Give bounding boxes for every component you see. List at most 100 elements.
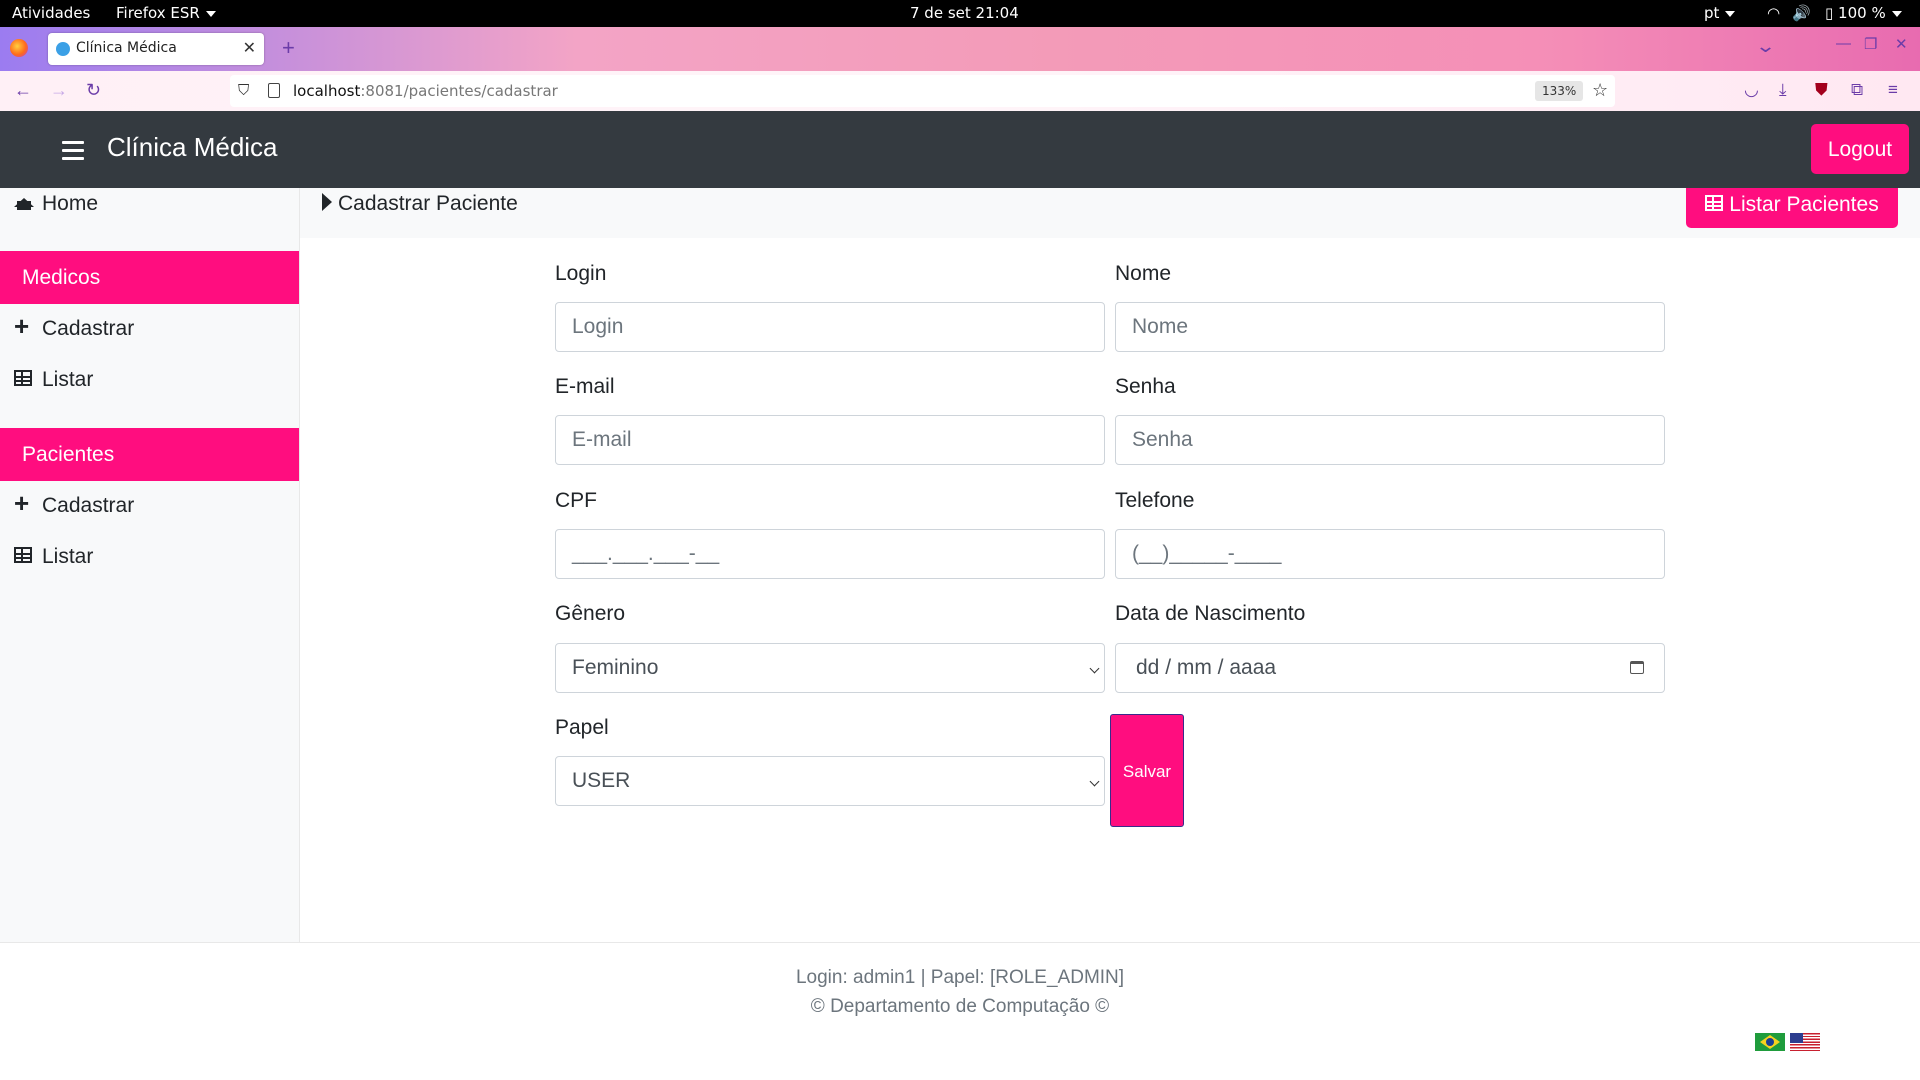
sidebar-item-label: Cadastrar	[42, 494, 135, 517]
zoom-level[interactable]: 133%	[1535, 81, 1584, 101]
papel-select[interactable]: USER	[555, 756, 1105, 806]
firefox-view-icon[interactable]	[10, 39, 28, 57]
plus-icon: +	[14, 488, 30, 518]
page-info-icon[interactable]	[268, 83, 280, 98]
papel-value: USER	[572, 769, 631, 792]
brand-title[interactable]: Clínica Médica	[107, 132, 278, 163]
papel-label: Papel	[555, 716, 609, 739]
browser-tab-strip: Clínica Médica ✕ + ⌄ — ❐ ✕	[0, 27, 1920, 71]
browser-nav-bar: ← → ↻ ⛉ localhost:8081/pacientes/cadastr…	[0, 71, 1920, 111]
telefone-field[interactable]: (__)_____-____	[1115, 529, 1665, 579]
sidebar-item-home[interactable]: Home	[14, 192, 98, 216]
login-field[interactable]: Login	[555, 302, 1105, 352]
email-label: E-mail	[555, 375, 615, 398]
us-flag-icon[interactable]	[1790, 1033, 1820, 1051]
restore-icon[interactable]: ❐	[1864, 35, 1877, 53]
app-menu-label: Firefox ESR	[116, 4, 200, 22]
battery-indicator[interactable]: ▯ 100 %	[1825, 4, 1902, 22]
sidebar-item-pacientes-cadastrar[interactable]: + Cadastrar	[14, 488, 135, 518]
cpf-label: CPF	[555, 489, 597, 512]
battery-label: 100 %	[1838, 4, 1886, 22]
plus-icon: +	[14, 311, 30, 341]
sidebar-section-title: Pacientes	[22, 443, 115, 466]
pocket-icon[interactable]: ◡	[1744, 80, 1759, 100]
cpf-field[interactable]: ___.___.___-__	[555, 529, 1105, 579]
chevron-down-icon	[1891, 10, 1902, 17]
table-icon	[14, 545, 36, 569]
app-menu[interactable]: Firefox ESR	[116, 4, 216, 22]
nascimento-label: Data de Nascimento	[1115, 602, 1306, 625]
calendar-icon[interactable]	[1630, 661, 1644, 674]
browser-tab[interactable]: Clínica Médica ✕	[48, 33, 264, 65]
caret-right-icon	[322, 193, 332, 211]
nome-label: Nome	[1115, 262, 1172, 285]
app-menu-icon[interactable]: ≡	[1888, 80, 1898, 100]
reload-icon[interactable]: ↻	[86, 80, 101, 101]
sidebar-item-label: Home	[42, 192, 99, 215]
forward-icon[interactable]: →	[50, 80, 68, 101]
sidebar-item-medicos-listar[interactable]: Listar	[14, 368, 93, 392]
activities-button[interactable]: Atividades	[12, 4, 90, 22]
chevron-down-icon	[1089, 776, 1100, 787]
table-icon	[1705, 195, 1724, 212]
language-selector[interactable]: pt	[1704, 4, 1736, 22]
ublock-icon[interactable]: ⛊	[1815, 80, 1828, 100]
tracking-protection-icon[interactable]: ⛉	[238, 81, 249, 99]
genero-value: Feminino	[572, 656, 659, 679]
minimize-icon[interactable]: —	[1836, 35, 1851, 52]
url-text[interactable]: localhost:8081/pacientes/cadastrar	[293, 82, 558, 100]
extensions-icon[interactable]: ⧉	[1851, 80, 1863, 100]
brazil-flag-icon[interactable]	[1755, 1033, 1785, 1051]
sidebar-section-title: Medicos	[22, 266, 101, 289]
battery-icon: ▯	[1825, 4, 1834, 22]
footer: Login: admin1 | Papel: [ROLE_ADMIN] © De…	[0, 942, 1920, 1080]
nome-field[interactable]: Nome	[1115, 302, 1665, 352]
sidebar-toggle-icon[interactable]	[62, 141, 84, 165]
system-top-bar: Atividades Firefox ESR 7 de set 21:04 pt…	[0, 0, 1920, 27]
chevron-down-icon	[1725, 10, 1736, 17]
list-patients-button[interactable]: Listar Pacientes	[1686, 188, 1898, 228]
sidebar-item-label: Listar	[42, 545, 94, 568]
new-tab-button[interactable]: +	[282, 35, 295, 61]
genero-select[interactable]: Feminino	[555, 643, 1105, 693]
sidebar-item-pacientes-listar[interactable]: Listar	[14, 545, 93, 569]
window-close-icon[interactable]: ✕	[1895, 35, 1908, 53]
tab-favicon-icon	[56, 42, 70, 56]
tab-title: Clínica Médica	[76, 40, 177, 56]
nascimento-field[interactable]: dd / mm / aaaa	[1115, 643, 1665, 693]
table-icon	[14, 368, 36, 392]
sidebar: Home Medicos + Cadastrar Listar Pacientes…	[0, 188, 300, 942]
list-tabs-icon[interactable]: ⌄	[1755, 36, 1776, 57]
clock[interactable]: 7 de set 21:04	[910, 4, 1019, 22]
breadcrumb-bar: Cadastrar Paciente Listar Pacientes	[300, 188, 1920, 238]
page-title: Cadastrar Paciente	[338, 192, 518, 215]
app-header: Clínica Médica Logout	[0, 111, 1920, 188]
senha-field[interactable]: Senha	[1115, 415, 1665, 465]
volume-icon[interactable]: 🔊	[1792, 4, 1811, 22]
genero-label: Gênero	[555, 602, 626, 625]
back-icon[interactable]: ←	[14, 80, 32, 101]
url-path: :8081/pacientes/cadastrar	[360, 82, 558, 100]
save-button[interactable]: Salvar	[1110, 714, 1184, 827]
list-patients-label: Listar Pacientes	[1729, 193, 1879, 216]
footer-copyright: © Departamento de Computação ©	[810, 996, 1110, 1017]
language-label: pt	[1704, 4, 1720, 22]
url-host: localhost	[293, 82, 361, 100]
senha-label: Senha	[1115, 375, 1176, 398]
sidebar-section-medicos: Medicos	[0, 251, 299, 304]
logout-button[interactable]: Logout	[1811, 124, 1909, 174]
downloads-icon[interactable]: ⤓	[1779, 80, 1787, 100]
nascimento-value: dd / mm / aaaa	[1136, 656, 1277, 679]
email-field[interactable]: E-mail	[555, 415, 1105, 465]
wifi-icon[interactable]: ◠	[1767, 4, 1780, 22]
chevron-down-icon	[1089, 663, 1100, 674]
sidebar-item-label: Cadastrar	[42, 317, 135, 340]
chevron-down-icon	[205, 10, 216, 17]
bookmark-star-icon[interactable]: ☆	[1592, 80, 1608, 101]
sidebar-item-medicos-cadastrar[interactable]: + Cadastrar	[14, 311, 135, 341]
footer-login-info: Login: admin1 | Papel: [ROLE_ADMIN]	[795, 967, 1125, 988]
telefone-label: Telefone	[1115, 489, 1195, 512]
sidebar-item-label: Listar	[42, 368, 94, 391]
close-icon[interactable]: ✕	[243, 38, 256, 57]
address-bar[interactable]: ⛉ localhost:8081/pacientes/cadastrar 133…	[230, 75, 1615, 107]
